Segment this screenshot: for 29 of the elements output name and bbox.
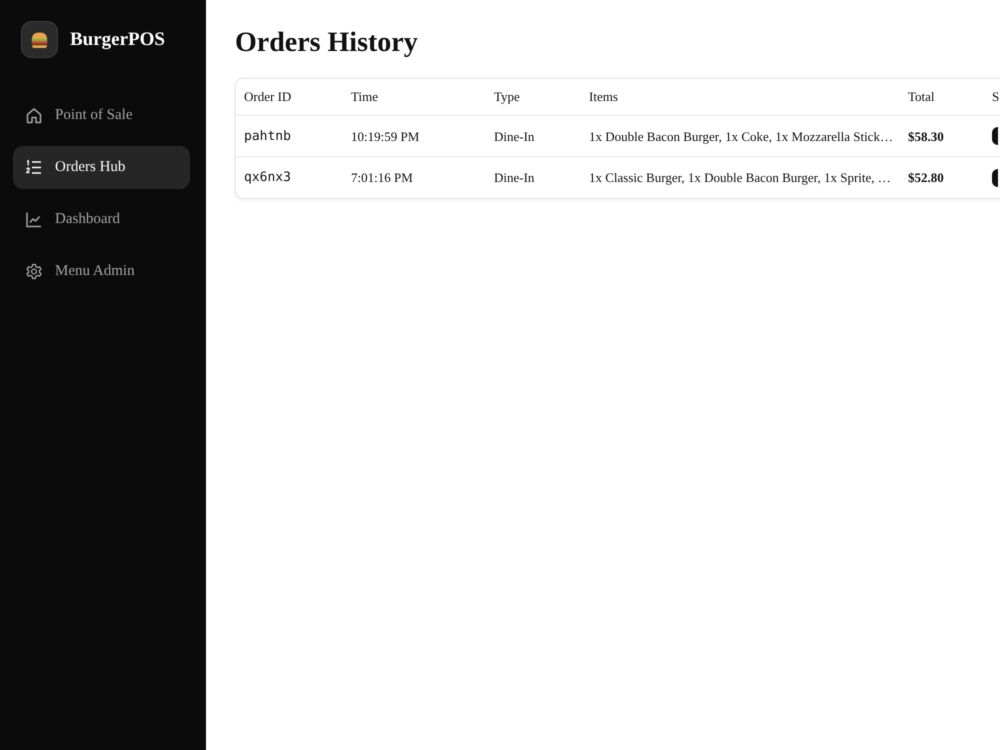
order-id-cell: pahtnb [236, 116, 343, 157]
items-cell: 1x Classic Burger, 1x Double Bacon Burger, 1x Sprite, … [581, 156, 900, 198]
house-icon [25, 107, 42, 124]
column-header: Items [581, 78, 900, 116]
column-header: Time [343, 78, 486, 116]
line-chart-icon [25, 211, 42, 228]
column-header: Order ID [236, 78, 343, 116]
time-cell: 7:01:16 PM [343, 156, 486, 198]
order-type-cell: Dine-In [486, 116, 581, 157]
burger-logo-icon [21, 20, 58, 58]
numbered-list-icon [25, 159, 42, 176]
status-badge-icon [992, 168, 998, 187]
total-cell: $52.80 [900, 156, 987, 198]
time-cell: 10:19:59 PM [343, 116, 486, 157]
status-badge-icon [992, 127, 998, 146]
total-cell: $58.30 [900, 116, 987, 157]
sidebar-nav-item[interactable]: Point of Sale [13, 94, 190, 137]
column-header: Type [486, 78, 581, 116]
order-id-cell: qx6nx3 [236, 156, 343, 198]
sidebar-nav-item[interactable]: Dashboard [13, 198, 190, 241]
column-header: S [987, 78, 1000, 116]
sidebar-nav-item[interactable]: Orders Hub [13, 146, 190, 189]
items-cell: 1x Double Bacon Burger, 1x Coke, 1x Mozzarella Stick… [581, 116, 900, 157]
page-title: Orders History [235, 28, 419, 59]
gear-icon [25, 263, 42, 280]
column-header: Total [900, 78, 987, 116]
sidebar-nav-item[interactable]: Menu Admin [13, 250, 190, 293]
order-type-cell: Dine-In [486, 156, 581, 198]
brand-name: BurgerPOS [70, 30, 165, 48]
